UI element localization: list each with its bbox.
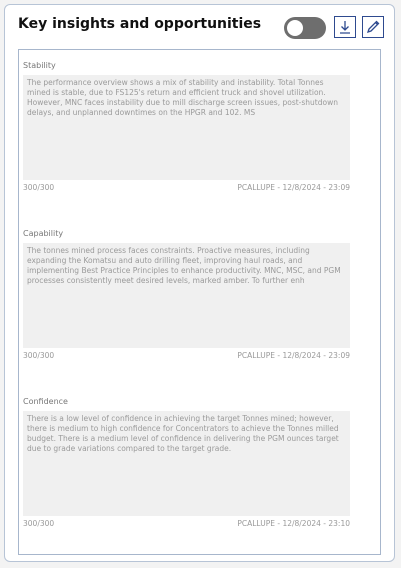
stability-textarea[interactable]: The performance overview shows a mix of … <box>23 75 350 180</box>
section-label: Capability <box>23 229 64 238</box>
toggle-knob <box>287 20 303 36</box>
toggle-switch[interactable] <box>284 17 326 39</box>
char-count: 300/300 <box>23 519 55 528</box>
author-timestamp: PCALLUPE - 12/8/2024 - 23:09 <box>237 351 350 360</box>
char-count: 300/300 <box>23 183 55 192</box>
section-meta: 300/300 PCALLUPE - 12/8/2024 - 23:10 <box>23 519 350 528</box>
edit-button[interactable] <box>362 16 384 38</box>
section-label: Stability <box>23 61 56 70</box>
section-label: Confidence <box>23 397 68 406</box>
author-timestamp: PCALLUPE - 12/8/2024 - 23:10 <box>237 519 350 528</box>
download-button[interactable] <box>334 16 356 38</box>
pencil-icon <box>366 20 380 34</box>
section-capability: Capability The tonnes mined process face… <box>23 229 353 360</box>
section-confidence: Confidence There is a low level of confi… <box>23 397 353 528</box>
author-timestamp: PCALLUPE - 12/8/2024 - 23:09 <box>237 183 350 192</box>
download-icon <box>340 21 350 34</box>
confidence-textarea[interactable]: There is a low level of confidence in ac… <box>23 411 350 516</box>
section-meta: 300/300 PCALLUPE - 12/8/2024 - 23:09 <box>23 351 350 360</box>
capability-textarea[interactable]: The tonnes mined process faces constrain… <box>23 243 350 348</box>
card-title: Key insights and opportunities <box>18 16 262 32</box>
section-stability: Stability The performance overview shows… <box>23 61 353 192</box>
char-count: 300/300 <box>23 351 55 360</box>
section-meta: 300/300 PCALLUPE - 12/8/2024 - 23:09 <box>23 183 350 192</box>
